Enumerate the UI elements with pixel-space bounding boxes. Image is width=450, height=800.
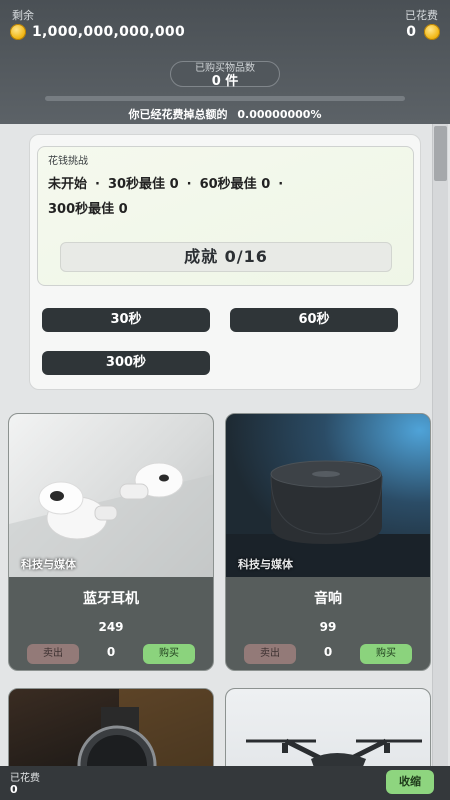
purchased-value: 0 件	[211, 74, 239, 89]
product-card-speaker: 科技与媒体 音响 99 0 卖出 购买	[225, 413, 431, 671]
drone-illustration	[246, 738, 422, 766]
product-card-watch	[8, 688, 214, 766]
drone-image	[226, 689, 430, 766]
product-card-drone	[225, 688, 431, 766]
best-300-score: 300秒最佳 0	[48, 202, 128, 217]
challenge-stats-line-2: 300秒最佳 0	[48, 198, 128, 217]
mode-30s-button[interactable]: 30秒	[42, 308, 210, 332]
category-tag: 科技与媒体	[238, 558, 293, 571]
speaker-image: 科技与媒体	[226, 414, 430, 577]
earbuds-image: 科技与媒体	[9, 414, 213, 577]
separator-dot: ·	[186, 177, 192, 192]
spent-label: 已花费	[405, 9, 438, 22]
separator-dot: ·	[278, 177, 284, 192]
scrollbar[interactable]	[432, 124, 448, 766]
spent-progress-bar	[45, 96, 405, 101]
earbuds-illustration	[9, 462, 213, 577]
watch-image	[9, 689, 213, 766]
product-card-earbuds: 科技与媒体 蓝牙耳机 249 0 卖出 购买	[8, 413, 214, 671]
separator-dot: ·	[95, 177, 100, 192]
coin-icon	[10, 24, 26, 40]
coin-icon	[424, 24, 440, 40]
best-60-score: 60秒最佳 0	[199, 177, 271, 192]
challenge-card: 花钱挑战 未开始 · 30秒最佳 0 · 60秒最佳 0 · 300秒最佳 0 成就 0/…	[29, 134, 421, 390]
sell-button[interactable]: 卖出	[27, 644, 79, 664]
challenge-title: 花钱挑战	[48, 156, 88, 167]
product-name: 音响	[314, 591, 342, 607]
purchased-count-pill: 已购买物品数 0 件	[170, 61, 280, 89]
achievement-button[interactable]: 成就 0/16	[60, 242, 392, 272]
bottom-bar: 已花费 0 收缩	[0, 766, 450, 800]
category-tag: 科技与媒体	[21, 558, 76, 571]
spent-value: 0	[406, 24, 416, 40]
buy-button[interactable]: 购买	[360, 644, 412, 664]
buy-button[interactable]: 购买	[143, 644, 195, 664]
spent-percent-value: 0.00000000%	[237, 108, 322, 121]
header: 剩余 已花费 1,000,000,000,000 0 已购买物品数 0 件 你已…	[0, 0, 450, 124]
watch-illustration	[77, 689, 213, 766]
best-30-score: 30秒最佳 0	[107, 177, 179, 192]
product-price: 99	[319, 620, 337, 634]
speaker-illustration	[226, 460, 430, 577]
collapse-button[interactable]: 收缩	[386, 770, 434, 794]
challenge-stats-line: 未开始 · 30秒最佳 0 · 60秒最佳 0 ·	[48, 173, 291, 192]
product-actions: 0 卖出 购买	[226, 644, 430, 666]
remaining-value: 1,000,000,000,000	[32, 24, 186, 40]
content-scroll-area[interactable]: 花钱挑战 未开始 · 30秒最佳 0 · 60秒最佳 0 · 300秒最佳 0 成就 0/…	[0, 124, 450, 766]
mode-300s-button[interactable]: 300秒	[42, 351, 210, 375]
bottom-spent-value: 0	[10, 783, 18, 796]
spent-percent-text: 你已经花费掉总额的	[128, 108, 228, 121]
mode-60s-button[interactable]: 60秒	[230, 308, 398, 332]
product-actions: 0 卖出 购买	[9, 644, 213, 666]
challenge-status: 未开始	[48, 177, 88, 192]
remaining-balance: 1,000,000,000,000	[10, 24, 185, 40]
sell-button[interactable]: 卖出	[244, 644, 296, 664]
spent-percent-line: 你已经花费掉总额的 0.00000000%	[0, 106, 450, 122]
challenge-info-panel: 花钱挑战 未开始 · 30秒最佳 0 · 60秒最佳 0 · 300秒最佳 0 成就 0/…	[37, 146, 414, 286]
remaining-label: 剩余	[12, 9, 34, 22]
spent-balance: 0	[406, 24, 440, 40]
bottom-spent-label: 已花费	[10, 773, 40, 784]
product-price: 249	[98, 620, 124, 634]
scrollbar-thumb[interactable]	[434, 126, 447, 181]
product-name: 蓝牙耳机	[83, 591, 139, 607]
